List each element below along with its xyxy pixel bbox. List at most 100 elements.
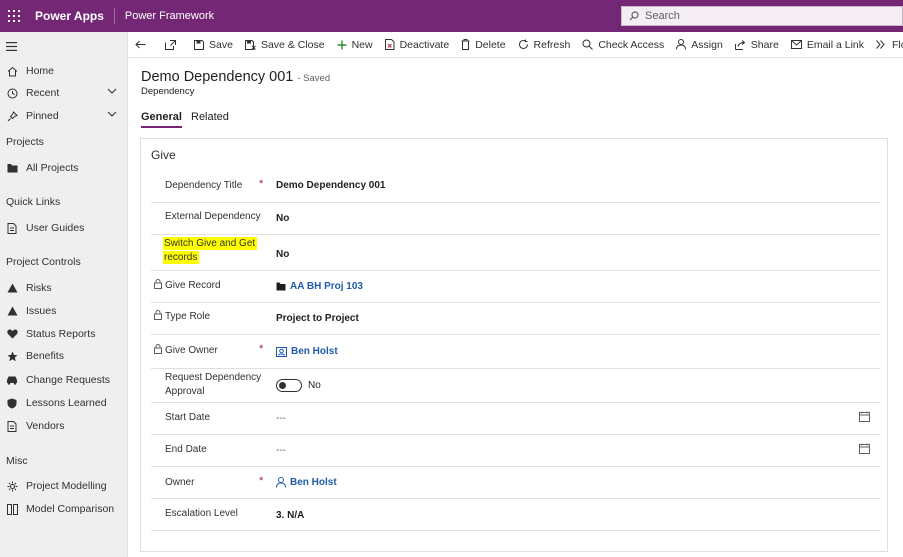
sidebar-item-lessons-learned[interactable]: Lessons Learned — [0, 393, 127, 413]
request-approval-toggle[interactable] — [276, 379, 302, 392]
refresh-button[interactable]: Refresh — [512, 32, 577, 58]
folder-icon — [276, 282, 286, 291]
top-bar: Power Apps Power Framework Search — [0, 0, 903, 32]
field-label: Request Dependency Approval — [165, 371, 261, 399]
request-approval-control: No — [276, 379, 321, 392]
field-label: Escalation Level — [165, 508, 238, 519]
lock-icon — [154, 344, 162, 354]
back-button[interactable] — [128, 32, 158, 58]
home-icon — [5, 64, 19, 78]
car-icon — [5, 373, 19, 387]
folder-icon — [5, 161, 19, 175]
star-icon — [5, 349, 19, 363]
give-record-lookup[interactable]: AA BH Proj 103 — [276, 281, 363, 292]
chevron-down-icon[interactable] — [107, 88, 117, 94]
save-icon — [194, 39, 204, 50]
record-title: Demo Dependency 001- Saved — [141, 69, 330, 85]
sidebar-item-change-requests[interactable]: Change Requests — [0, 370, 127, 390]
document-icon — [5, 221, 19, 235]
pin-icon — [5, 109, 19, 123]
sidebar-item-recent[interactable]: Recent — [0, 83, 127, 103]
field-request-approval: Request Dependency Approval No — [151, 369, 880, 403]
check-access-button[interactable]: Check Access — [576, 32, 670, 58]
sidebar-item-model-comparison[interactable]: Model Comparison — [0, 499, 127, 519]
assign-button[interactable]: Assign — [670, 32, 729, 58]
field-label: External Dependency — [165, 211, 261, 222]
share-icon — [734, 39, 746, 50]
field-give-owner: Give Owner * Ben Holst — [151, 335, 880, 369]
sidebar-header-project-controls: Project Controls — [6, 256, 81, 268]
field-label: Switch Give and Get records — [163, 237, 258, 265]
environment-name[interactable]: Power Framework — [115, 10, 214, 22]
heart-icon — [5, 327, 19, 341]
save-close-button[interactable]: Save & Close — [239, 32, 331, 58]
sidebar-item-all-projects[interactable]: All Projects — [0, 158, 127, 178]
field-escalation-level: Escalation Level 3. N/A — [151, 499, 880, 531]
give-section: Give Dependency Title * Demo Dependency … — [140, 138, 888, 552]
calendar-icon[interactable] — [859, 443, 870, 454]
clock-icon — [5, 86, 19, 100]
sidebar-item-issues[interactable]: Issues — [0, 301, 127, 321]
hamburger-icon[interactable] — [6, 42, 17, 51]
sidebar-item-home[interactable]: Home — [0, 61, 127, 81]
field-start-date: Start Date --- — [151, 403, 880, 435]
escalation-level-value[interactable]: 3. N/A — [276, 510, 304, 521]
shield-icon — [5, 396, 19, 410]
app-launcher-icon[interactable] — [1, 0, 27, 32]
end-date-input[interactable]: --- — [276, 445, 286, 456]
app-name[interactable]: Power Apps — [27, 8, 115, 24]
email-icon — [790, 40, 802, 49]
popout-icon — [165, 39, 176, 50]
calendar-icon[interactable] — [859, 411, 870, 422]
external-dependency-value[interactable]: No — [276, 213, 289, 224]
open-new-window-button[interactable] — [158, 32, 188, 58]
deactivate-button[interactable]: Deactivate — [379, 32, 456, 58]
record-entity-name: Dependency — [141, 86, 195, 97]
owner-lookup[interactable]: Ben Holst — [276, 477, 337, 488]
request-approval-label-line2: Approval — [165, 386, 205, 397]
new-button[interactable]: New — [331, 32, 379, 58]
magnifier-icon — [582, 39, 594, 50]
delete-button[interactable]: Delete — [455, 32, 511, 58]
gear-icon — [5, 479, 19, 493]
sidebar-item-user-guides[interactable]: User Guides — [0, 218, 127, 238]
share-button[interactable]: Share — [729, 32, 785, 58]
switch-give-get-value[interactable]: No — [276, 249, 289, 260]
field-label: Owner — [165, 477, 195, 488]
lock-icon — [154, 279, 162, 289]
email-link-button[interactable]: Email a Link — [785, 32, 870, 58]
person-icon — [276, 477, 286, 488]
flow-icon — [876, 40, 885, 49]
sidebar-item-project-modelling[interactable]: Project Modelling — [0, 476, 127, 496]
sidebar: Home Recent Pinned Projects All Projects… — [0, 32, 128, 557]
field-give-record: Give Record AA BH Proj 103 — [151, 271, 880, 303]
give-owner-lookup[interactable]: Ben Holst — [276, 346, 338, 357]
type-role-value[interactable]: Project to Project — [276, 313, 359, 324]
deactivate-icon — [384, 39, 395, 50]
lock-icon — [154, 310, 162, 320]
field-label: Give Owner — [165, 345, 218, 356]
start-date-input[interactable]: --- — [276, 413, 286, 424]
person-icon — [676, 39, 687, 50]
field-label: End Date — [165, 444, 207, 455]
record-title-text: Demo Dependency 001 — [141, 69, 294, 85]
sidebar-item-risks[interactable]: Risks — [0, 278, 127, 298]
sidebar-header-projects: Projects — [6, 136, 44, 148]
back-arrow-icon — [135, 40, 146, 49]
tab-general[interactable]: General — [141, 111, 182, 128]
search-input[interactable]: Search — [621, 6, 903, 26]
tab-related[interactable]: Related — [191, 111, 229, 128]
trash-icon — [461, 39, 470, 50]
save-close-icon — [244, 39, 256, 50]
sidebar-item-pinned[interactable]: Pinned — [0, 106, 127, 126]
save-button[interactable]: Save — [188, 32, 239, 58]
field-label: Give Record — [165, 280, 221, 291]
sidebar-item-vendors[interactable]: Vendors — [0, 416, 127, 436]
flow-button[interactable]: Flow — [870, 32, 903, 58]
dependency-title-value[interactable]: Demo Dependency 001 — [276, 180, 386, 191]
plus-icon — [337, 40, 347, 49]
sidebar-item-status-reports[interactable]: Status Reports — [0, 324, 127, 344]
chevron-down-icon[interactable] — [107, 111, 117, 117]
sidebar-item-benefits[interactable]: Benefits — [0, 346, 127, 366]
switch-give-get-label-line2: records — [163, 251, 200, 264]
